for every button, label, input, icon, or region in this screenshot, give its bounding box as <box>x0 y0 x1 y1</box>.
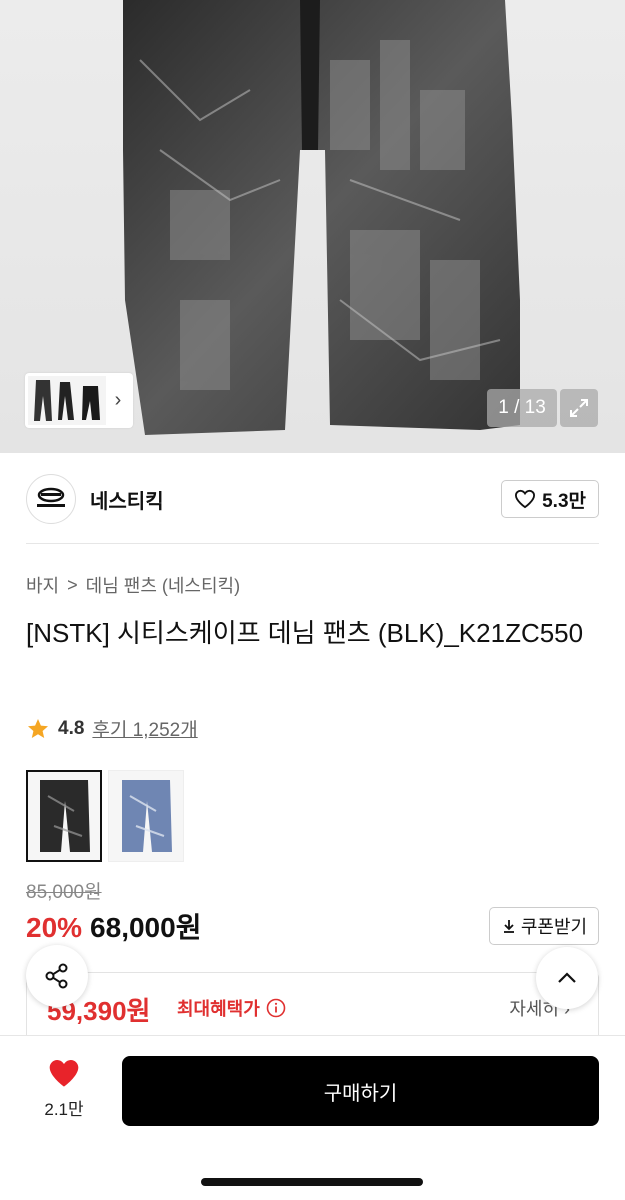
bottom-action-bar: 2.1만 구매하기 <box>0 1035 625 1200</box>
buy-button[interactable]: 구매하기 <box>122 1056 599 1126</box>
divider <box>26 543 599 544</box>
breadcrumb: 바지 > 데님 팬츠 (네스티킥) <box>26 572 240 598</box>
max-benefit-label-text: 최대혜택가 <box>177 999 260 1019</box>
wishlist-button[interactable]: 2.1만 <box>26 1058 102 1120</box>
breadcrumb-subcategory[interactable]: 데님 팬츠 (네스티킥) <box>86 572 240 598</box>
brand-like-button[interactable]: 5.3만 <box>501 480 599 518</box>
thumbnail-image[interactable] <box>28 376 106 425</box>
color-option-blue[interactable] <box>108 770 184 862</box>
expand-icon[interactable] <box>560 389 598 427</box>
rating-score: 4.8 <box>58 717 85 739</box>
color-option-black[interactable] <box>26 770 102 862</box>
wishlist-count: 2.1만 <box>44 1100 84 1119</box>
price-row: 20% 68,000원 <box>26 906 201 946</box>
brand-logo[interactable] <box>26 474 76 524</box>
brand-like-count: 5.3만 <box>542 490 586 512</box>
breadcrumb-category[interactable]: 바지 <box>26 572 59 598</box>
review-count-link[interactable]: 후기 1,252개 <box>92 715 197 742</box>
original-price: 85,000원 <box>26 882 102 903</box>
color-options <box>26 770 184 862</box>
heart-filled-icon <box>49 1060 79 1087</box>
share-button[interactable] <box>26 945 88 1007</box>
share-icon <box>45 963 68 989</box>
sale-price: 68,000원 <box>90 912 202 943</box>
brand-name[interactable]: 네스티킥 <box>90 485 164 514</box>
info-icon[interactable] <box>266 998 286 1018</box>
discount-rate: 20% <box>26 912 83 943</box>
chevron-right-icon[interactable]: › <box>106 389 130 412</box>
chevron-up-icon <box>558 972 576 983</box>
thumbnail-strip[interactable]: › <box>25 373 133 428</box>
coupon-label: 쿠폰받기 <box>520 917 588 937</box>
star-icon <box>28 718 48 738</box>
heart-outline-icon <box>515 489 536 509</box>
product-image-gallery[interactable]: › 1 / 13 <box>0 0 625 453</box>
scroll-to-top-button[interactable] <box>536 947 598 1009</box>
max-benefit-label: 최대혜택가 <box>177 995 286 1021</box>
image-counter: 1 / 13 <box>487 389 557 427</box>
product-title: [NSTK] 시티스케이프 데님 팬츠 (BLK)_K21ZC550 <box>26 618 584 648</box>
download-icon <box>503 920 514 933</box>
coupon-button[interactable]: 쿠폰받기 <box>489 907 599 945</box>
rating-row: 4.8 후기 1,252개 <box>26 715 198 742</box>
brand-row: 네스티킥 5.3만 <box>26 474 599 524</box>
breadcrumb-separator: > <box>67 574 78 595</box>
home-indicator <box>201 1178 423 1186</box>
